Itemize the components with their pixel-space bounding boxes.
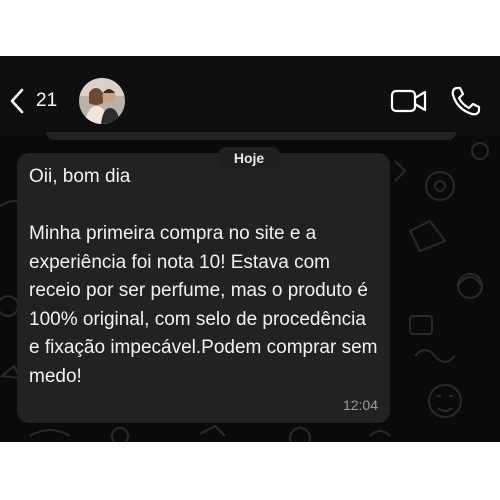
date-chip: Hoje — [218, 147, 280, 169]
phone-icon[interactable] — [449, 84, 483, 118]
unread-count[interactable]: 21 — [36, 90, 57, 112]
chevron-left-icon[interactable] — [6, 86, 28, 116]
message-bubble[interactable]: Oii, bom dia Minha primeira compra no si… — [17, 153, 390, 423]
avatar-photo — [79, 78, 125, 124]
previous-message-bubble — [46, 132, 456, 140]
chat-header: 21 — [0, 56, 500, 136]
message-text: Oii, bom dia Minha primeira compra no si… — [29, 166, 378, 387]
chat-screen: 21 Oii, bom dia Minha primeira compra no… — [0, 56, 500, 442]
avatar[interactable] — [79, 78, 125, 124]
message-timestamp: 12:04 — [342, 397, 378, 413]
video-camera-icon[interactable] — [390, 88, 428, 114]
